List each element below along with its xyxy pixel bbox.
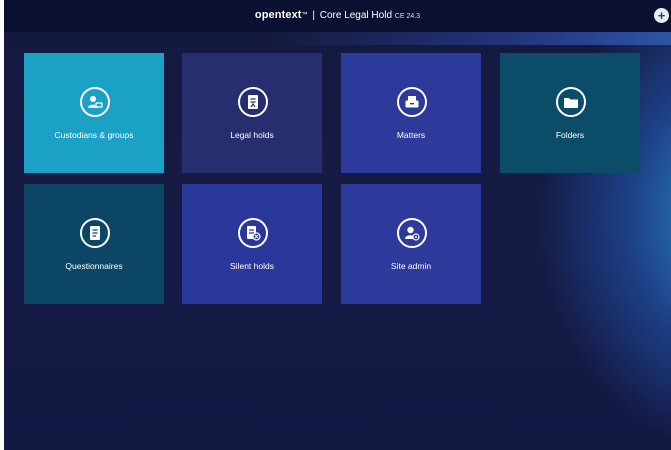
product-version: CE 24.3: [394, 13, 421, 20]
title-separator: |: [312, 10, 315, 21]
tile-silent-holds[interactable]: Silent holds: [182, 184, 322, 304]
tile-label: Silent holds: [230, 261, 274, 271]
tile-custodians-groups[interactable]: Custodians & groups: [24, 53, 164, 173]
tile-label: Site admin: [390, 261, 432, 271]
tile-label: Folders: [555, 130, 585, 140]
questionnaire-icon: [80, 218, 110, 248]
header-accent-bar: [4, 32, 671, 45]
tile-label: Questionnaires: [65, 261, 123, 271]
product-name: Core Legal Hold: [319, 10, 392, 21]
opentext-logo: opentext: [254, 9, 302, 21]
tile-matters[interactable]: Matters: [341, 53, 481, 173]
silent-holds-icon: [238, 218, 268, 248]
trademark-mark: ™: [301, 12, 308, 18]
site-admin-icon: [397, 218, 427, 248]
folder-icon: [556, 87, 586, 117]
matters-icon: [397, 87, 427, 117]
tile-legal-holds[interactable]: Legal holds: [182, 53, 322, 173]
add-button[interactable]: +: [654, 8, 669, 23]
tile-folders[interactable]: Folders: [500, 53, 640, 173]
tile-label: Custodians & groups: [54, 130, 134, 140]
tile-questionnaires[interactable]: Questionnaires: [24, 184, 164, 304]
tile-label: Matters: [396, 130, 426, 140]
tile-label: Legal holds: [230, 130, 274, 140]
top-bar: opentext™ | Core Legal Hold CE 24.3 +: [4, 0, 671, 32]
custodians-icon: [80, 87, 110, 117]
tile-site-admin[interactable]: Site admin: [341, 184, 481, 304]
plus-icon: +: [657, 8, 666, 23]
app-window: opentext™ | Core Legal Hold CE 24.3 + Cu…: [4, 0, 671, 450]
product-title: opentext™ | Core Legal Hold CE 24.3: [4, 9, 671, 23]
legal-holds-icon: [238, 87, 268, 117]
